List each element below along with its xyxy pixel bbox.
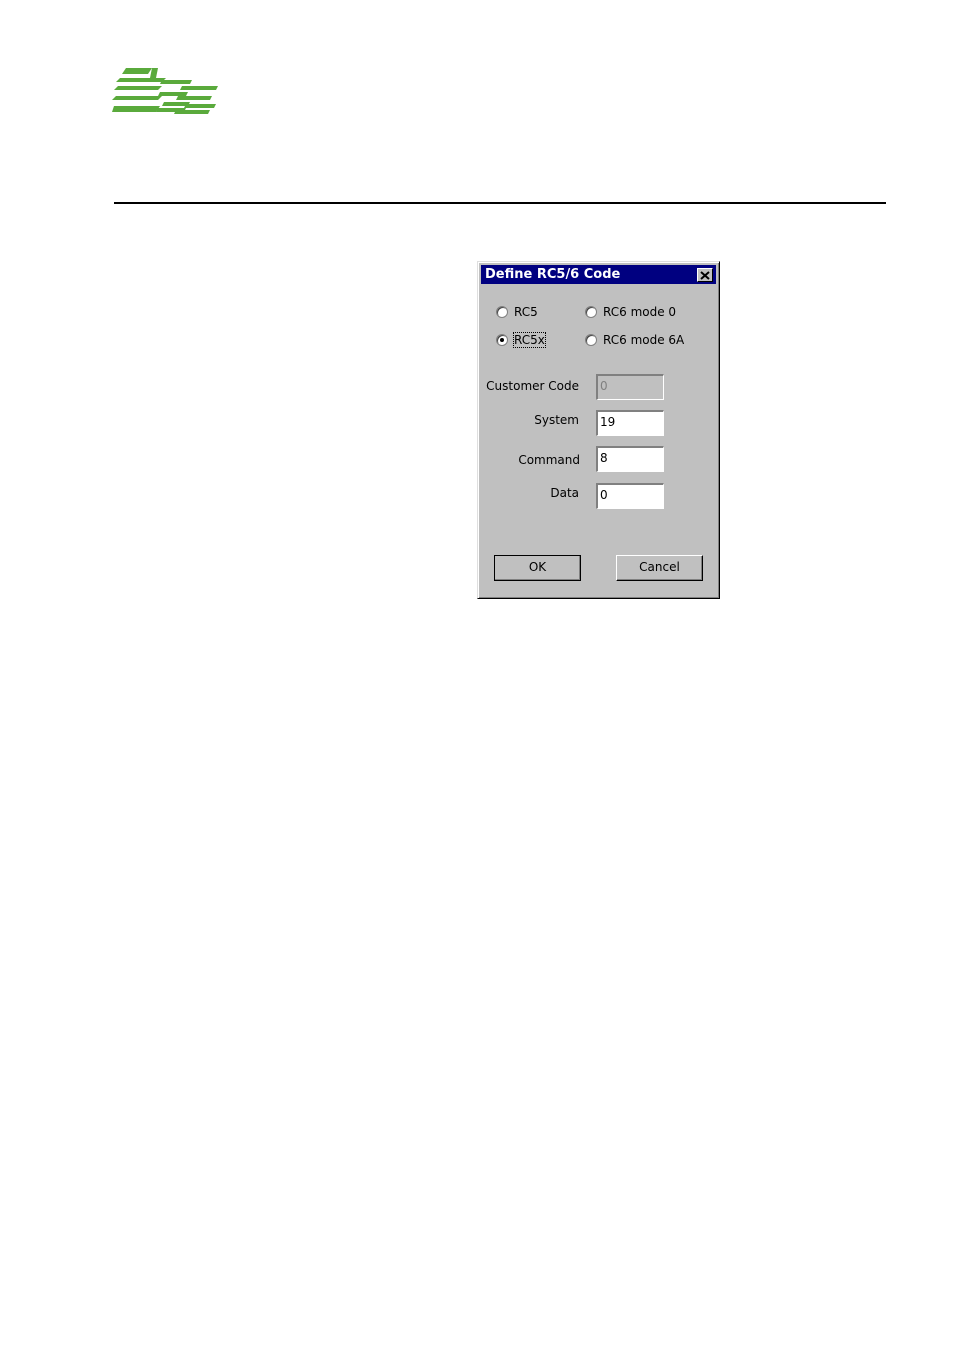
radio-rc6-mode0[interactable]: RC6 mode 0 [585, 304, 676, 320]
radio-rc5x[interactable]: RC5x [496, 332, 546, 348]
header-rule [114, 202, 886, 204]
ok-button[interactable]: OK [494, 555, 581, 581]
system-field[interactable]: 19 [596, 410, 664, 436]
radio-rc6-mode6a[interactable]: RC6 mode 6A [585, 332, 684, 348]
radio-rc6-mode0-circle[interactable] [585, 306, 597, 318]
radio-rc5x-label: RC5x [513, 332, 546, 348]
data-label: Data [550, 486, 579, 500]
close-icon [700, 270, 710, 280]
radio-rc6-mode6a-circle[interactable] [585, 334, 597, 346]
customer-code-label: Customer Code [486, 379, 579, 393]
cancel-button[interactable]: Cancel [616, 555, 703, 581]
radio-rc5x-circle[interactable] [496, 334, 508, 346]
radio-rc6-mode6a-label: RC6 mode 6A [603, 333, 685, 347]
radio-rc5[interactable]: RC5 [496, 304, 538, 320]
command-field[interactable]: 8 [596, 446, 664, 472]
data-field[interactable]: 0 [596, 483, 664, 509]
customer-code-field: 0 [596, 374, 664, 400]
dialog-titlebar[interactable]: Define RC5/6 Code [481, 265, 716, 284]
command-label: Command [518, 453, 580, 467]
system-label: System [534, 413, 579, 427]
define-rc56-dialog: Define RC5/6 Code RC5 RC6 mode 0 RC5x RC… [477, 261, 720, 599]
close-button[interactable] [697, 268, 713, 282]
bss-logo [112, 66, 220, 116]
radio-rc5-circle[interactable] [496, 306, 508, 318]
radio-rc6-mode0-label: RC6 mode 0 [603, 305, 677, 319]
dialog-title: Define RC5/6 Code [485, 267, 621, 282]
radio-rc5-label: RC5 [514, 305, 538, 319]
